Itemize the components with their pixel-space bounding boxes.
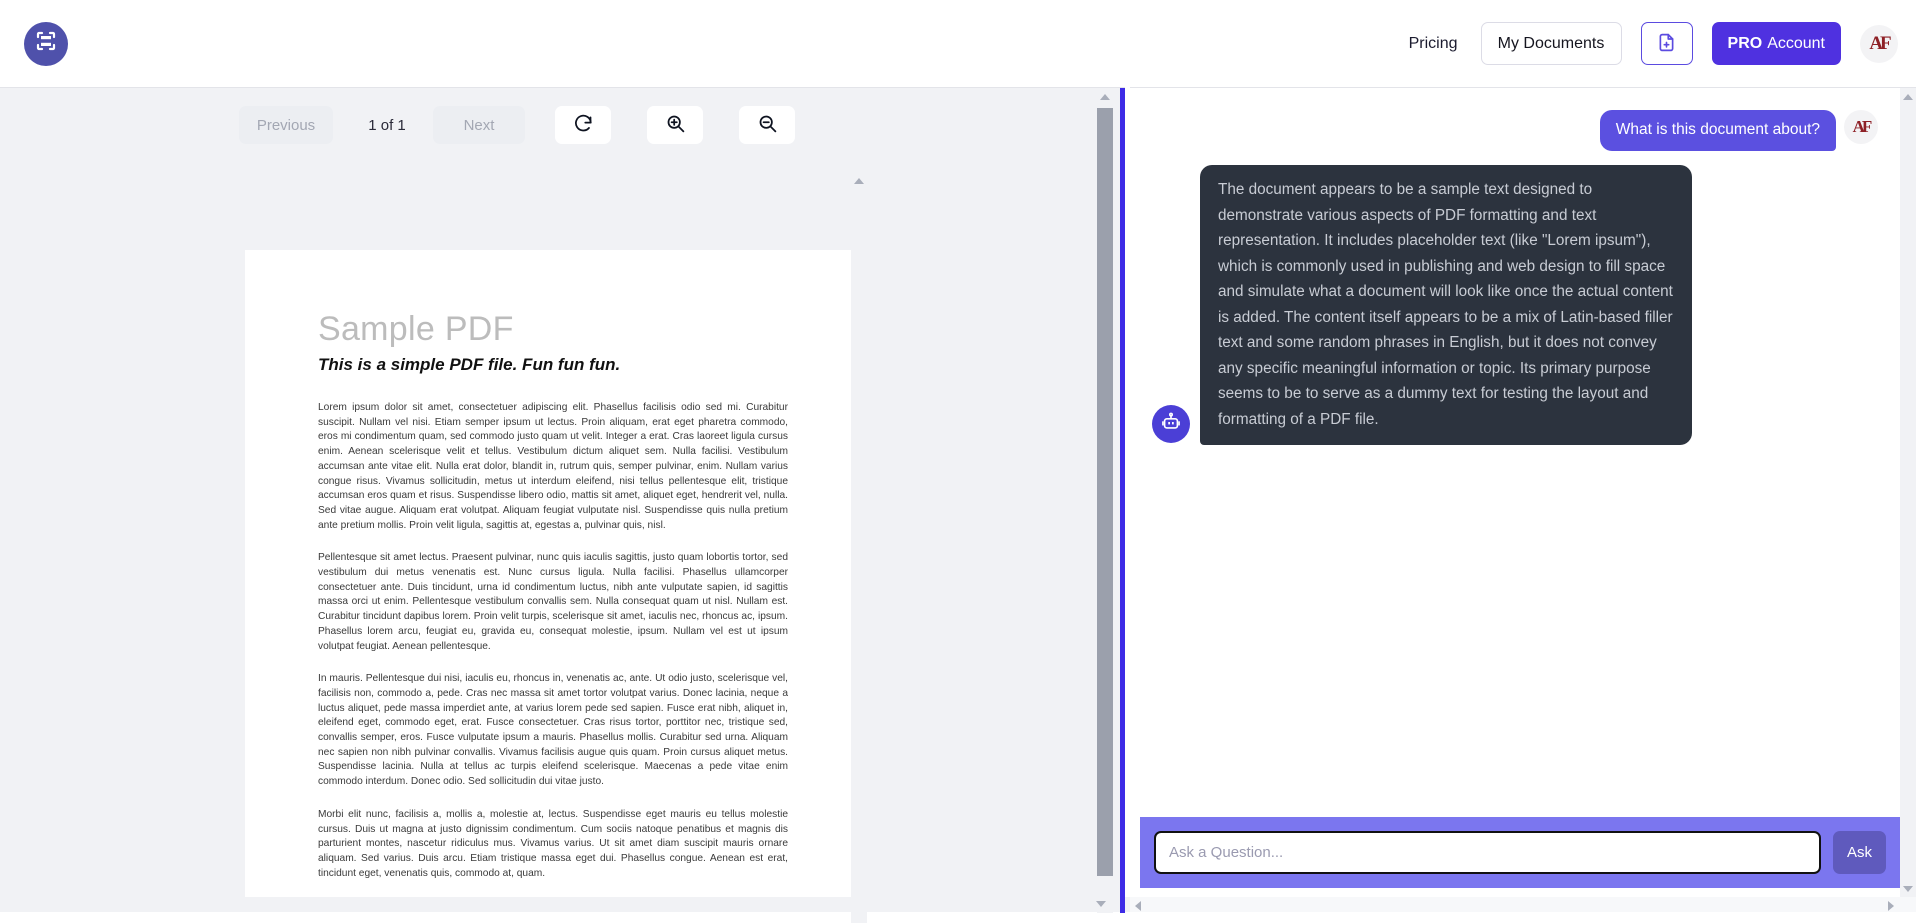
pdf-scroll-area[interactable]: Sample PDF This is a simple PDF file. Fu… — [0, 164, 1125, 913]
pro-account-button[interactable]: PRO Account — [1711, 22, 1841, 65]
panel-divider — [1120, 88, 1125, 913]
pdf-toolbar: Previous 1 of 1 Next — [0, 100, 1125, 150]
previous-page-button[interactable]: Previous — [239, 106, 333, 144]
scan-document-icon — [34, 29, 58, 58]
bot-avatar — [1152, 405, 1190, 443]
pdf-panel-scrollbar[interactable] — [1097, 88, 1113, 913]
zoom-in-icon — [665, 113, 686, 137]
pdf-paragraph: Pellentesque sit amet lectus. Praesent p… — [318, 552, 788, 652]
scroll-up-arrow-icon[interactable] — [1100, 94, 1110, 100]
scroll-down-arrow-icon[interactable] — [1903, 886, 1913, 892]
pdf-paragraph: In mauris. Pellentesque dui nisi, iaculi… — [318, 673, 788, 788]
new-document-button[interactable] — [1640, 22, 1693, 65]
chat-input-bar: Ask — [1140, 817, 1900, 888]
pro-label-rest: Account — [1767, 34, 1825, 52]
user-message-avatar: AF — [1844, 110, 1878, 144]
scroll-up-arrow-icon[interactable] — [1903, 94, 1913, 100]
bot-message-bubble: The document appears to be a sample text… — [1200, 165, 1692, 445]
header-actions: Pricing My Documents PRO Account AF — [1405, 22, 1898, 65]
robot-icon — [1160, 411, 1182, 438]
user-avatar[interactable]: AF — [1860, 24, 1898, 63]
pdf-document-subtitle: This is a simple PDF file. Fun fun fun. — [318, 355, 621, 374]
chat-vertical-scrollbar[interactable] — [1900, 88, 1916, 898]
pdf-paragraph: Morbi elit nunc, facilisis a, mollis a, … — [318, 808, 788, 879]
scroll-right-arrow-icon[interactable] — [1888, 901, 1894, 911]
user-message-bubble: What is this document about? — [1599, 110, 1836, 151]
pdf-paragraph: Lorem ipsum dolor sit amet, consectetuer… — [318, 402, 788, 531]
pdf-page-content: Sample PDF This is a simple PDF file. Fu… — [245, 250, 860, 881]
pricing-link[interactable]: Pricing — [1405, 29, 1462, 59]
pdf-page: Sample PDF This is a simple PDF file. Fu… — [245, 250, 860, 913]
rotate-button[interactable] — [555, 106, 611, 144]
ask-button[interactable]: Ask — [1833, 831, 1886, 874]
pdf-inner-scrollbar[interactable] — [851, 174, 867, 923]
scroll-left-arrow-icon[interactable] — [1135, 901, 1141, 911]
app-logo[interactable] — [24, 21, 68, 66]
document-plus-icon — [1656, 32, 1677, 56]
main-content: Previous 1 of 1 Next Sample PDF This is … — [0, 87, 1916, 923]
scroll-down-arrow-icon[interactable] — [1096, 901, 1106, 907]
page-indicator: 1 of 1 — [368, 116, 406, 134]
rotate-clockwise-icon — [573, 113, 594, 137]
pdf-viewer-panel: Previous 1 of 1 Next Sample PDF This is … — [0, 87, 1130, 923]
scrollbar-thumb[interactable] — [1097, 108, 1113, 876]
pdf-bottom-strip — [0, 897, 1130, 912]
chat-panel: What is this document about? AF The docu… — [1130, 87, 1916, 912]
zoom-out-button[interactable] — [739, 106, 795, 144]
pdf-document-title: Sample PDF — [318, 310, 514, 348]
question-input[interactable] — [1154, 831, 1821, 874]
pro-label-strong: PRO — [1727, 34, 1763, 52]
chat-message-user: What is this document about? AF — [1152, 110, 1878, 151]
zoom-in-button[interactable] — [647, 106, 703, 144]
zoom-out-icon — [757, 113, 778, 137]
next-page-button[interactable]: Next — [433, 106, 525, 144]
scroll-up-arrow-icon[interactable] — [854, 178, 864, 184]
chat-message-bot: The document appears to be a sample text… — [1152, 165, 1878, 445]
chat-horizontal-scrollbar[interactable] — [1130, 897, 1916, 912]
my-documents-button[interactable]: My Documents — [1480, 22, 1622, 65]
chat-message-list: What is this document about? AF The docu… — [1130, 88, 1900, 808]
app-header: Pricing My Documents PRO Account AF — [0, 0, 1916, 87]
